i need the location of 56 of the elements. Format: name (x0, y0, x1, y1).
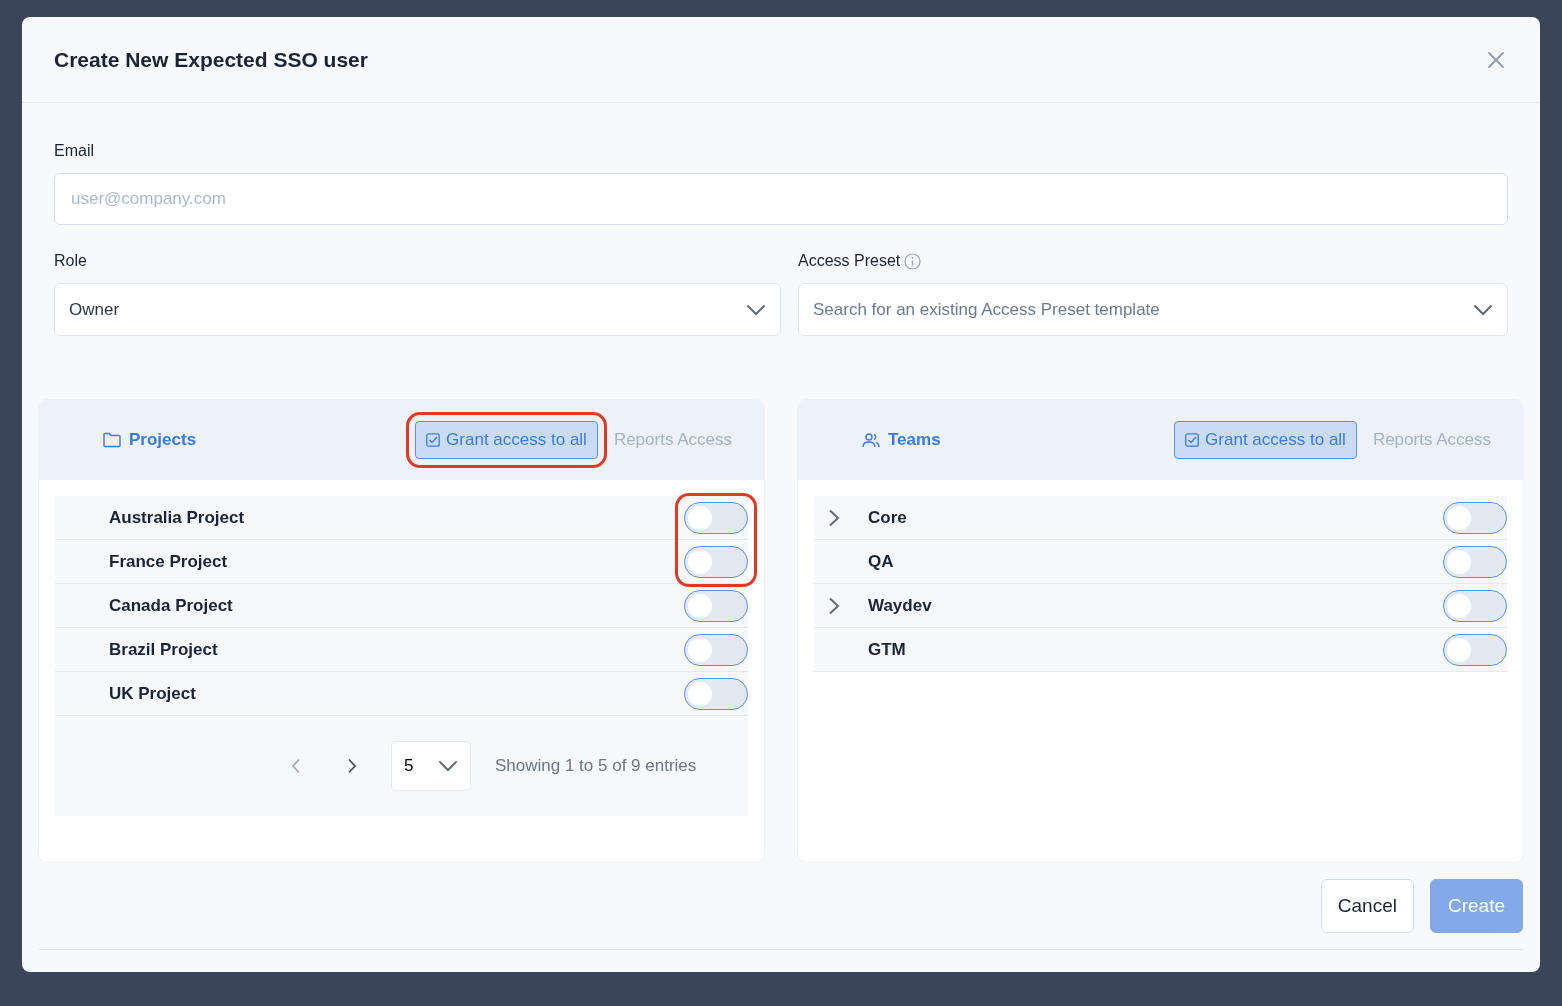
list-row[interactable]: France Project (55, 540, 748, 584)
toggle-switch[interactable] (684, 589, 748, 622)
access-preset-select[interactable]: Search for an existing Access Preset template (798, 283, 1508, 336)
row-name: Waydev (868, 594, 932, 617)
toggle-switch[interactable] (684, 501, 748, 534)
row-name: UK Project (109, 682, 196, 705)
toggle-switch[interactable] (684, 633, 748, 666)
chevron-down-icon (438, 759, 458, 773)
toggle-switch[interactable] (1443, 633, 1507, 666)
row-name: GTM (868, 638, 906, 661)
panel-title: Teams (888, 429, 941, 452)
entries-summary: Showing 1 to 5 of 9 entries (495, 755, 697, 778)
row-name: Australia Project (109, 506, 245, 529)
expand-button[interactable] (828, 509, 840, 527)
toggle-switch[interactable] (684, 545, 748, 578)
toggle-switch[interactable] (1443, 545, 1507, 578)
people-icon (862, 432, 880, 448)
checkbox-icon (1185, 433, 1200, 447)
toggle-switch[interactable] (684, 677, 748, 710)
list-row[interactable]: Brazil Project (55, 628, 748, 672)
cancel-button[interactable]: Cancel (1320, 879, 1414, 933)
chevron-down-icon (746, 302, 766, 317)
column-header: Reports Access (613, 429, 732, 452)
info-icon (904, 252, 922, 270)
list-row[interactable]: Waydev (814, 584, 1507, 628)
checkbox-icon (426, 433, 441, 447)
field-label: Role (54, 251, 87, 271)
field-label: Access Preset (798, 251, 901, 271)
list-row[interactable]: Australia Project (55, 496, 748, 540)
list-row[interactable]: QA (814, 540, 1507, 584)
list-row[interactable]: GTM (814, 628, 1507, 672)
chevron-right-icon (828, 509, 840, 527)
folder-icon (103, 432, 121, 448)
list-row[interactable]: UK Project (55, 672, 748, 716)
toggle-switch[interactable] (1443, 501, 1507, 534)
row-name: QA (868, 550, 894, 573)
page-size-select[interactable]: 5 (391, 741, 471, 791)
list-row[interactable]: Core (814, 496, 1507, 540)
row-name: Core (868, 506, 907, 529)
chevron-down-icon (1473, 302, 1493, 317)
toggle-switch[interactable] (1443, 589, 1507, 622)
dialog-title: Create New Expected SSO user (54, 46, 368, 73)
chevron-left-icon (291, 758, 301, 774)
field-label: Email (54, 141, 94, 161)
row-name: France Project (109, 550, 228, 573)
close-icon (1488, 51, 1504, 68)
chevron-right-icon (828, 597, 840, 615)
chevron-right-icon (347, 758, 357, 774)
role-select[interactable]: Owner (54, 283, 781, 336)
column-header: Reports Access (1372, 429, 1491, 452)
panel-title: Projects (129, 429, 197, 452)
row-name: Canada Project (109, 594, 233, 617)
list-row[interactable]: Canada Project (55, 584, 748, 628)
row-name: Brazil Project (109, 638, 218, 661)
expand-button[interactable] (828, 597, 840, 615)
email-field[interactable]: user@company.com (54, 173, 1508, 225)
